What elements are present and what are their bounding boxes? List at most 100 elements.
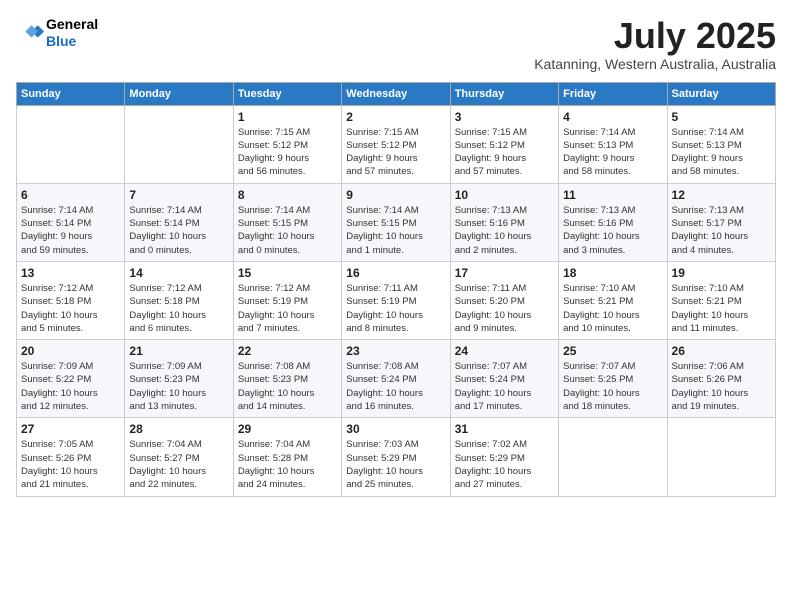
- calendar-cell: 7 Sunrise: 7:14 AM Sunset: 5:14 PM Daylig…: [125, 183, 233, 261]
- calendar-cell: [125, 105, 233, 183]
- calendar-cell: 22 Sunrise: 7:08 AM Sunset: 5:23 PM Dayli…: [233, 340, 341, 418]
- calendar-cell: 2Sunrise: 7:15 AM Sunset: 5:12 PM Daylig…: [342, 105, 450, 183]
- day-number: 24: [455, 344, 554, 358]
- day-number: 27: [21, 422, 120, 436]
- day-number: 10: [455, 188, 554, 202]
- location-title: Katanning, Western Australia, Australia: [534, 56, 776, 72]
- day-number: 1: [238, 110, 337, 124]
- day-info: Sunrise: 7:09 AM Sunset: 5:23 PM Dayligh…: [129, 360, 228, 413]
- calendar-cell: [559, 418, 667, 496]
- title-area: July 2025 Katanning, Western Australia, …: [534, 16, 776, 72]
- col-header-monday: Monday: [125, 82, 233, 105]
- calendar-cell: 4Sunrise: 7:14 AM Sunset: 5:13 PM Daylig…: [559, 105, 667, 183]
- calendar-cell: 10 Sunrise: 7:13 AM Sunset: 5:16 PM Dayli…: [450, 183, 558, 261]
- calendar-cell: 14Sunrise: 7:12 AM Sunset: 5:18 PM Dayli…: [125, 261, 233, 339]
- day-number: 22: [238, 344, 337, 358]
- calendar-cell: 8 Sunrise: 7:14 AM Sunset: 5:15 PM Daylig…: [233, 183, 341, 261]
- day-info: Sunrise: 7:08 AM Sunset: 5:23 PM Dayligh…: [238, 360, 337, 413]
- logo-text: General Blue: [46, 16, 98, 50]
- calendar-cell: 5Sunrise: 7:14 AM Sunset: 5:13 PM Daylig…: [667, 105, 775, 183]
- calendar-cell: 24 Sunrise: 7:07 AM Sunset: 5:24 PM Dayli…: [450, 340, 558, 418]
- day-info: Sunrise: 7:03 AM Sunset: 5:29 PM Dayligh…: [346, 438, 445, 491]
- day-number: 21: [129, 344, 228, 358]
- day-info: Sunrise: 7:14 AM Sunset: 5:14 PM Dayligh…: [129, 204, 228, 257]
- calendar-cell: 21 Sunrise: 7:09 AM Sunset: 5:23 PM Dayli…: [125, 340, 233, 418]
- day-info: Sunrise: 7:14 AM Sunset: 5:15 PM Dayligh…: [346, 204, 445, 257]
- calendar-cell: 27 Sunrise: 7:05 AM Sunset: 5:26 PM Dayli…: [17, 418, 125, 496]
- calendar-header-row: SundayMondayTuesdayWednesdayThursdayFrid…: [17, 82, 776, 105]
- day-info: Sunrise: 7:13 AM Sunset: 5:16 PM Dayligh…: [563, 204, 662, 257]
- col-header-tuesday: Tuesday: [233, 82, 341, 105]
- calendar-cell: 6 Sunrise: 7:14 AM Sunset: 5:14 PM Daylig…: [17, 183, 125, 261]
- calendar-cell: 17Sunrise: 7:11 AM Sunset: 5:20 PM Dayli…: [450, 261, 558, 339]
- day-number: 18: [563, 266, 662, 280]
- day-number: 23: [346, 344, 445, 358]
- day-number: 11: [563, 188, 662, 202]
- col-header-wednesday: Wednesday: [342, 82, 450, 105]
- calendar-cell: 30 Sunrise: 7:03 AM Sunset: 5:29 PM Dayli…: [342, 418, 450, 496]
- day-info: Sunrise: 7:10 AM Sunset: 5:21 PM Dayligh…: [672, 282, 771, 335]
- calendar-cell: 13 Sunrise: 7:12 AM Sunset: 5:18 PM Dayli…: [17, 261, 125, 339]
- day-number: 29: [238, 422, 337, 436]
- day-info: Sunrise: 7:14 AM Sunset: 5:15 PM Dayligh…: [238, 204, 337, 257]
- day-number: 20: [21, 344, 120, 358]
- calendar-table: SundayMondayTuesdayWednesdayThursdayFrid…: [16, 82, 776, 497]
- month-title: July 2025: [534, 16, 776, 56]
- day-info: Sunrise: 7:15 AM Sunset: 5:12 PM Dayligh…: [238, 126, 337, 179]
- logo-blue: Blue: [46, 33, 98, 50]
- day-number: 13: [21, 266, 120, 280]
- day-number: 15: [238, 266, 337, 280]
- day-info: Sunrise: 7:02 AM Sunset: 5:29 PM Dayligh…: [455, 438, 554, 491]
- day-number: 8: [238, 188, 337, 202]
- calendar-cell: 16 Sunrise: 7:11 AM Sunset: 5:19 PM Dayli…: [342, 261, 450, 339]
- day-number: 31: [455, 422, 554, 436]
- day-number: 14: [129, 266, 228, 280]
- day-number: 3: [455, 110, 554, 124]
- calendar-cell: 28Sunrise: 7:04 AM Sunset: 5:27 PM Dayli…: [125, 418, 233, 496]
- day-info: Sunrise: 7:08 AM Sunset: 5:24 PM Dayligh…: [346, 360, 445, 413]
- day-info: Sunrise: 7:07 AM Sunset: 5:25 PM Dayligh…: [563, 360, 662, 413]
- day-info: Sunrise: 7:13 AM Sunset: 5:17 PM Dayligh…: [672, 204, 771, 257]
- day-number: 7: [129, 188, 228, 202]
- day-number: 30: [346, 422, 445, 436]
- calendar-cell: 15Sunrise: 7:12 AM Sunset: 5:19 PM Dayli…: [233, 261, 341, 339]
- calendar-cell: 1 Sunrise: 7:15 AM Sunset: 5:12 PM Daylig…: [233, 105, 341, 183]
- day-info: Sunrise: 7:07 AM Sunset: 5:24 PM Dayligh…: [455, 360, 554, 413]
- calendar-week-row: 6 Sunrise: 7:14 AM Sunset: 5:14 PM Daylig…: [17, 183, 776, 261]
- calendar-week-row: 13 Sunrise: 7:12 AM Sunset: 5:18 PM Dayli…: [17, 261, 776, 339]
- calendar-week-row: 20Sunrise: 7:09 AM Sunset: 5:22 PM Dayli…: [17, 340, 776, 418]
- day-info: Sunrise: 7:10 AM Sunset: 5:21 PM Dayligh…: [563, 282, 662, 335]
- logo: General Blue: [16, 16, 98, 50]
- calendar-cell: 20Sunrise: 7:09 AM Sunset: 5:22 PM Dayli…: [17, 340, 125, 418]
- day-number: 4: [563, 110, 662, 124]
- day-info: Sunrise: 7:11 AM Sunset: 5:19 PM Dayligh…: [346, 282, 445, 335]
- calendar-cell: 31 Sunrise: 7:02 AM Sunset: 5:29 PM Dayli…: [450, 418, 558, 496]
- calendar-cell: 25Sunrise: 7:07 AM Sunset: 5:25 PM Dayli…: [559, 340, 667, 418]
- calendar-cell: 3Sunrise: 7:15 AM Sunset: 5:12 PM Daylig…: [450, 105, 558, 183]
- day-number: 17: [455, 266, 554, 280]
- day-info: Sunrise: 7:04 AM Sunset: 5:28 PM Dayligh…: [238, 438, 337, 491]
- day-number: 9: [346, 188, 445, 202]
- col-header-friday: Friday: [559, 82, 667, 105]
- day-number: 6: [21, 188, 120, 202]
- col-header-thursday: Thursday: [450, 82, 558, 105]
- day-info: Sunrise: 7:12 AM Sunset: 5:18 PM Dayligh…: [21, 282, 120, 335]
- calendar-week-row: 27 Sunrise: 7:05 AM Sunset: 5:26 PM Dayli…: [17, 418, 776, 496]
- calendar-cell: [17, 105, 125, 183]
- day-info: Sunrise: 7:06 AM Sunset: 5:26 PM Dayligh…: [672, 360, 771, 413]
- logo-general: General: [46, 16, 98, 33]
- logo-icon: [16, 19, 44, 47]
- day-number: 16: [346, 266, 445, 280]
- day-info: Sunrise: 7:14 AM Sunset: 5:14 PM Dayligh…: [21, 204, 120, 257]
- day-info: Sunrise: 7:13 AM Sunset: 5:16 PM Dayligh…: [455, 204, 554, 257]
- day-number: 26: [672, 344, 771, 358]
- col-header-saturday: Saturday: [667, 82, 775, 105]
- calendar-cell: 29 Sunrise: 7:04 AM Sunset: 5:28 PM Dayli…: [233, 418, 341, 496]
- day-info: Sunrise: 7:05 AM Sunset: 5:26 PM Dayligh…: [21, 438, 120, 491]
- calendar-cell: 26 Sunrise: 7:06 AM Sunset: 5:26 PM Dayli…: [667, 340, 775, 418]
- day-info: Sunrise: 7:15 AM Sunset: 5:12 PM Dayligh…: [346, 126, 445, 179]
- day-number: 5: [672, 110, 771, 124]
- calendar-cell: [667, 418, 775, 496]
- calendar-week-row: 1 Sunrise: 7:15 AM Sunset: 5:12 PM Daylig…: [17, 105, 776, 183]
- page-header: General Blue July 2025 Katanning, Wester…: [16, 16, 776, 72]
